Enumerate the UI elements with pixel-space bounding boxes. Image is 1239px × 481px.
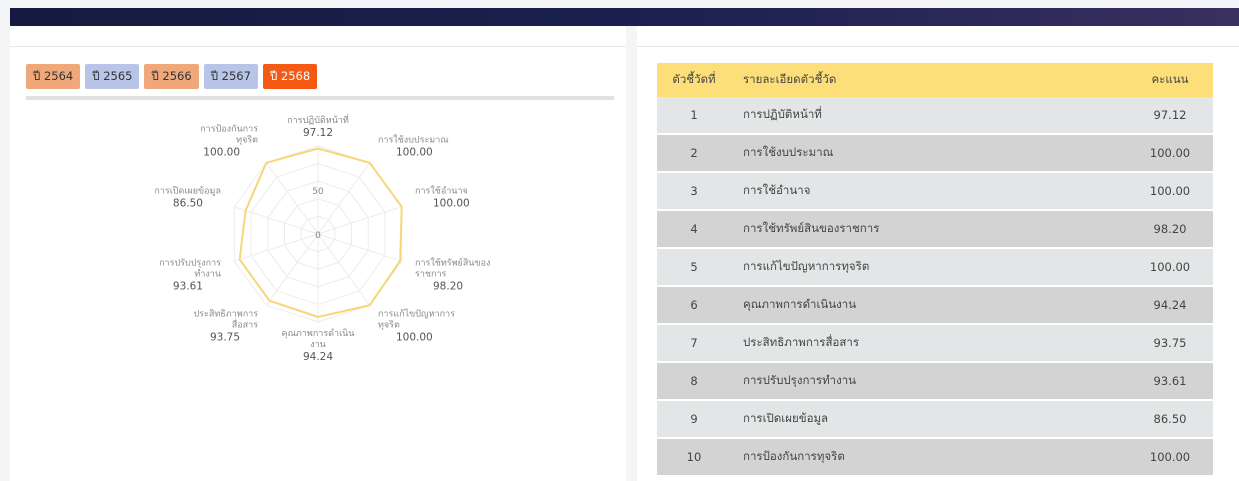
cell-score: 100.00 [1127,172,1213,211]
radar-axis-label: ทุจริต [378,320,400,331]
radar-axis-label: การแก้ไขปัญหาการ [378,309,455,320]
cell-indicator-detail: การเปิดเผยข้อมูล [731,400,1127,439]
radar-axis-label: การใช้ทรัพย์สินของ [415,257,490,269]
table-row: 2 การใช้งบประมาณ 100.00 [657,134,1213,173]
cell-score: 93.75 [1127,324,1213,363]
cell-indicator-no: 6 [657,286,731,325]
cell-indicator-no: 10 [657,438,731,477]
radar-data-label: 93.61 [173,281,203,293]
table-row: 3 การใช้อำนาจ 100.00 [657,172,1213,211]
radar-axis-label: คุณภาพการดำเนิน [282,328,355,339]
radar-axis-label: งาน [310,340,326,350]
cell-indicator-detail: การใช้ทรัพย์สินของราชการ [731,210,1127,249]
cell-indicator-detail: การป้องกันการทุจริต [731,438,1127,477]
cell-indicator-no: 9 [657,400,731,439]
radar-spoke [265,233,319,306]
radar-axis-label: การใช้งบประมาณ [378,134,449,145]
radar-axis-label: การปรับปรุงการ [159,259,221,269]
cell-indicator-detail: การปรับปรุงการทำงาน [731,362,1127,401]
cell-score: 100.00 [1127,438,1213,477]
radar-axis-label: การใช้อำนาจ [415,185,468,196]
cell-indicator-detail: การใช้งบประมาณ [731,134,1127,173]
radar-spoke [317,162,371,235]
radar-spoke [265,162,319,235]
radar-tick-label: 50 [312,187,324,197]
cell-score: 94.24 [1127,286,1213,325]
header-score: คะแนน [1127,63,1213,97]
radar-data-label: 86.50 [173,197,203,209]
radar-spoke [234,233,319,262]
header-indicator-no: ตัวชี้วัดที่ [657,63,731,97]
panel-divider [10,46,626,47]
cell-indicator-detail: คุณภาพการดำเนินงาน [731,286,1127,325]
radar-chart: 050การปฏิบัติหน้าที่97.12การใช้งบประมาณ1… [154,113,490,363]
radar-spoke [234,206,319,235]
radar-spoke [317,206,402,235]
year-tab-2565[interactable]: ปี 2565 [85,64,140,89]
year-tab-2567[interactable]: ปี 2567 [203,64,258,89]
table-header-row: ตัวชี้วัดที่ รายละเอียดตัวชี้วัด คะแนน [657,63,1213,97]
cell-score: 100.00 [1127,248,1213,287]
radar-data-label: 100.00 [396,146,433,158]
table-row: 4 การใช้ทรัพย์สินของราชการ 98.20 [657,210,1213,249]
radar-data-label: 100.00 [396,332,433,344]
radar-data-label: 98.20 [433,281,463,293]
score-table: ตัวชี้วัดที่ รายละเอียดตัวชี้วัด คะแนน 1… [657,63,1213,477]
cell-indicator-no: 1 [657,97,731,135]
cell-indicator-no: 2 [657,134,731,173]
table-row: 8 การปรับปรุงการทำงาน 93.61 [657,362,1213,401]
table-row: 9 การเปิดเผยข้อมูล 86.50 [657,400,1213,439]
year-tab-2568[interactable]: ปี 2568 [262,64,318,89]
radar-data-label: 94.24 [303,351,333,363]
radar-spoke [317,233,402,262]
cell-indicator-detail: การปฏิบัติหน้าที่ [731,97,1127,135]
table-row: 6 คุณภาพการดำเนินงาน 94.24 [657,286,1213,325]
cell-indicator-detail: การใช้อำนาจ [731,172,1127,211]
cell-indicator-no: 5 [657,248,731,287]
panel-divider [637,46,1239,47]
table-row: 5 การแก้ไขปัญหาการทุจริต 100.00 [657,248,1213,287]
header-indicator-detail: รายละเอียดตัวชี้วัด [731,63,1127,97]
cell-score: 100.00 [1127,134,1213,173]
radar-spoke [317,233,371,306]
radar-axis-label: การป้องกันการ [200,123,258,134]
table-row: 7 ประสิทธิภาพการสื่อสาร 93.75 [657,324,1213,363]
radar-axis-label: ทุจริต [236,134,258,145]
cell-score: 98.20 [1127,210,1213,249]
cell-indicator-detail: ประสิทธิภาพการสื่อสาร [731,324,1127,363]
year-tab-2564[interactable]: ปี 2564 [26,64,81,89]
cell-score: 93.61 [1127,362,1213,401]
cell-score: 86.50 [1127,400,1213,439]
radar-data-label: 97.12 [303,127,333,139]
radar-tick-label: 0 [315,231,321,241]
radar-data-label: 93.75 [210,332,240,344]
radar-axis-label: ราชการ [415,270,446,280]
cell-score: 97.12 [1127,97,1213,135]
radar-data-label: 100.00 [433,197,470,209]
table-row: 10 การป้องกันการทุจริต 100.00 [657,438,1213,477]
year-tab-2566[interactable]: ปี 2566 [144,64,199,89]
cell-indicator-no: 8 [657,362,731,401]
radar-axis-label: ประสิทธิภาพการ [193,309,258,320]
radar-axis-label: การปฏิบัติหน้าที่ [287,113,349,126]
cell-indicator-no: 3 [657,172,731,211]
year-tabs: ปี 2564 ปี 2565 ปี 2566 ปี 2567 ปี 2568 [26,64,322,89]
radar-axis-label: ทำงาน [194,269,221,280]
radar-axis-label: การเปิดเผยข้อมูล [154,185,221,196]
top-header-bar [10,8,1239,26]
cell-indicator-no: 4 [657,210,731,249]
table-row: 1 การปฏิบัติหน้าที่ 97.12 [657,97,1213,135]
cell-indicator-no: 7 [657,324,731,363]
radar-data-label: 100.00 [203,146,240,158]
cell-indicator-detail: การแก้ไขปัญหาการทุจริต [731,248,1127,287]
